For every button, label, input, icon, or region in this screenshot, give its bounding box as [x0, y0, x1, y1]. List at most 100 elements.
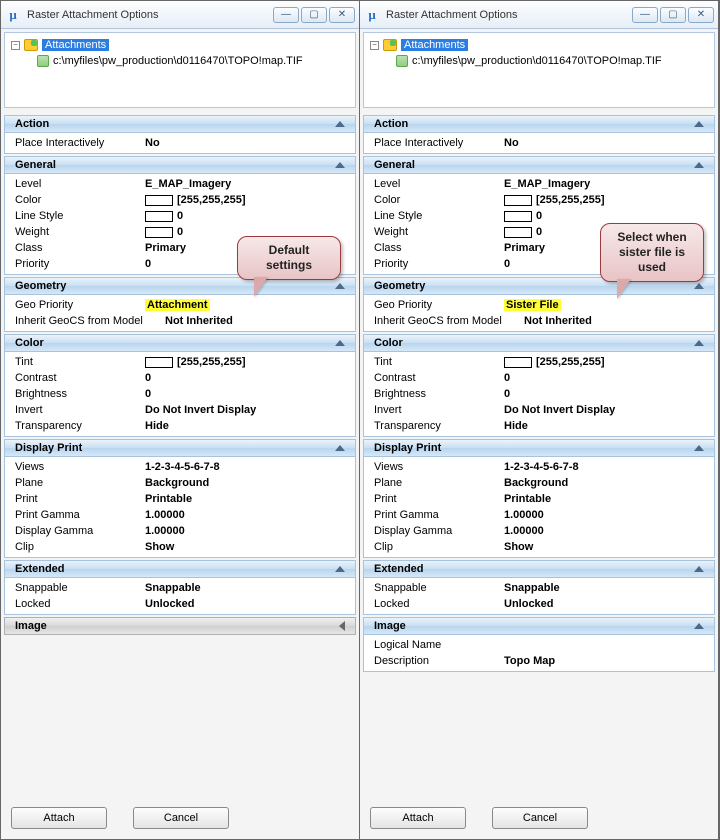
row-invert[interactable]: InvertDo Not Invert Display	[9, 402, 351, 418]
row-level[interactable]: LevelE_MAP_Imagery	[368, 176, 710, 192]
section-color-head[interactable]: Color	[363, 334, 715, 352]
row-print[interactable]: PrintPrintable	[9, 491, 351, 507]
section-action-head[interactable]: Action	[363, 115, 715, 133]
callout-sister-file: Select when sister file is used	[600, 223, 704, 282]
row-color[interactable]: Color[255,255,255]	[9, 192, 351, 208]
row-print-gamma[interactable]: Print Gamma1.00000	[9, 507, 351, 523]
highlighted-value: Attachment	[145, 299, 210, 311]
section-action-head[interactable]: Action	[4, 115, 356, 133]
attach-button[interactable]: Attach	[370, 807, 466, 829]
row-place-interactively[interactable]: Place Interactively No	[368, 135, 710, 151]
tree-item[interactable]: c:\myfiles\pw_production\d0116470\TOPO!m…	[37, 53, 349, 69]
section-action-body: Place Interactively No	[363, 133, 715, 154]
cancel-button[interactable]: Cancel	[492, 807, 588, 829]
row-transparency[interactable]: TransparencyHide	[9, 418, 351, 434]
titlebar[interactable]: μ Raster Attachment Options — ▢ ✕	[360, 1, 718, 29]
tree-root-label[interactable]: Attachments	[401, 39, 468, 51]
row-locked[interactable]: LockedUnlocked	[9, 596, 351, 612]
row-display-gamma[interactable]: Display Gamma1.00000	[9, 523, 351, 539]
tree-root-label[interactable]: Attachments	[42, 39, 109, 51]
dialog-footer: Attach Cancel	[1, 801, 359, 839]
collapse-icon[interactable]: −	[370, 41, 379, 50]
row-tint[interactable]: Tint[255,255,255]	[9, 354, 351, 370]
section-image-head[interactable]: Image	[363, 617, 715, 635]
folder-icon	[24, 39, 38, 51]
maximize-button[interactable]: ▢	[660, 7, 686, 23]
row-clip[interactable]: ClipShow	[368, 539, 710, 555]
row-linestyle[interactable]: Line Style0	[368, 208, 710, 224]
attachment-tree[interactable]: − Attachments c:\myfiles\pw_production\d…	[363, 32, 715, 108]
section-image-head[interactable]: Image	[4, 617, 356, 635]
row-views[interactable]: Views1-2-3-4-5-6-7-8	[9, 459, 351, 475]
tree-item-path: c:\myfiles\pw_production\d0116470\TOPO!m…	[53, 55, 303, 67]
row-place-interactively[interactable]: Place Interactively No	[9, 135, 351, 151]
row-display-gamma[interactable]: Display Gamma1.00000	[368, 523, 710, 539]
section-general-head[interactable]: General	[363, 156, 715, 174]
tree-root[interactable]: − Attachments	[11, 37, 349, 53]
section-image-body: Logical Name DescriptionTopo Map	[363, 635, 715, 672]
section-general-head[interactable]: General	[4, 156, 356, 174]
chevron-up-icon	[694, 445, 704, 451]
value[interactable]: No	[145, 137, 345, 149]
row-logical-name[interactable]: Logical Name	[368, 637, 710, 653]
close-button[interactable]: ✕	[688, 7, 714, 23]
attach-button[interactable]: Attach	[11, 807, 107, 829]
row-inherit-geocs[interactable]: Inherit GeoCS from ModelNot Inherited	[9, 313, 351, 329]
tint-swatch-icon	[504, 357, 532, 368]
chevron-up-icon	[335, 340, 345, 346]
chevron-up-icon	[335, 445, 345, 451]
section-extended-head[interactable]: Extended	[4, 560, 356, 578]
section-title: Color	[15, 337, 44, 349]
row-brightness[interactable]: Brightness0	[9, 386, 351, 402]
minimize-button[interactable]: —	[273, 7, 299, 23]
collapse-icon[interactable]: −	[11, 41, 20, 50]
row-transparency[interactable]: TransparencyHide	[368, 418, 710, 434]
close-button[interactable]: ✕	[329, 7, 355, 23]
row-invert[interactable]: InvertDo Not Invert Display	[368, 402, 710, 418]
options-body: Action Place Interactively No General Le…	[1, 111, 359, 801]
row-plane[interactable]: PlaneBackground	[368, 475, 710, 491]
attachment-tree[interactable]: − Attachments c:\myfiles\pw_production\d…	[4, 32, 356, 108]
row-geo-priority[interactable]: Geo PrioritySister File	[368, 297, 710, 313]
row-views[interactable]: Views1-2-3-4-5-6-7-8	[368, 459, 710, 475]
row-contrast[interactable]: Contrast0	[9, 370, 351, 386]
section-color-head[interactable]: Color	[4, 334, 356, 352]
chevron-up-icon	[694, 623, 704, 629]
row-print[interactable]: PrintPrintable	[368, 491, 710, 507]
row-snappable[interactable]: SnappableSnappable	[9, 580, 351, 596]
row-inherit-geocs[interactable]: Inherit GeoCS from ModelNot Inherited	[368, 313, 710, 329]
minimize-button[interactable]: —	[632, 7, 658, 23]
section-extended-body: SnappableSnappable LockedUnlocked	[363, 578, 715, 615]
row-print-gamma[interactable]: Print Gamma1.00000	[368, 507, 710, 523]
color-swatch-icon	[504, 195, 532, 206]
row-brightness[interactable]: Brightness0	[368, 386, 710, 402]
row-geo-priority[interactable]: Geo PriorityAttachment	[9, 297, 351, 313]
chevron-up-icon	[335, 566, 345, 572]
cancel-button[interactable]: Cancel	[133, 807, 229, 829]
row-contrast[interactable]: Contrast0	[368, 370, 710, 386]
section-displayprint-body: Views1-2-3-4-5-6-7-8 PlaneBackground Pri…	[4, 457, 356, 558]
titlebar[interactable]: μ Raster Attachment Options — ▢ ✕	[1, 1, 359, 29]
row-clip[interactable]: ClipShow	[9, 539, 351, 555]
section-title: Display Print	[15, 442, 82, 454]
row-description[interactable]: DescriptionTopo Map	[368, 653, 710, 669]
chevron-left-icon	[339, 621, 345, 631]
section-displayprint-head[interactable]: Display Print	[4, 439, 356, 457]
maximize-button[interactable]: ▢	[301, 7, 327, 23]
section-geometry-body: Geo PrioritySister File Inherit GeoCS fr…	[363, 295, 715, 332]
row-color[interactable]: Color[255,255,255]	[368, 192, 710, 208]
tint-swatch-icon	[145, 357, 173, 368]
row-plane[interactable]: PlaneBackground	[9, 475, 351, 491]
section-title: Extended	[15, 563, 65, 575]
section-color-body: Tint[255,255,255] Contrast0 Brightness0 …	[363, 352, 715, 437]
row-snappable[interactable]: SnappableSnappable	[368, 580, 710, 596]
row-locked[interactable]: LockedUnlocked	[368, 596, 710, 612]
section-displayprint-head[interactable]: Display Print	[363, 439, 715, 457]
section-geometry-body: Geo PriorityAttachment Inherit GeoCS fro…	[4, 295, 356, 332]
tree-root[interactable]: − Attachments	[370, 37, 708, 53]
row-linestyle[interactable]: Line Style0	[9, 208, 351, 224]
section-extended-head[interactable]: Extended	[363, 560, 715, 578]
row-tint[interactable]: Tint[255,255,255]	[368, 354, 710, 370]
tree-item[interactable]: c:\myfiles\pw_production\d0116470\TOPO!m…	[396, 53, 708, 69]
row-level[interactable]: LevelE_MAP_Imagery	[9, 176, 351, 192]
